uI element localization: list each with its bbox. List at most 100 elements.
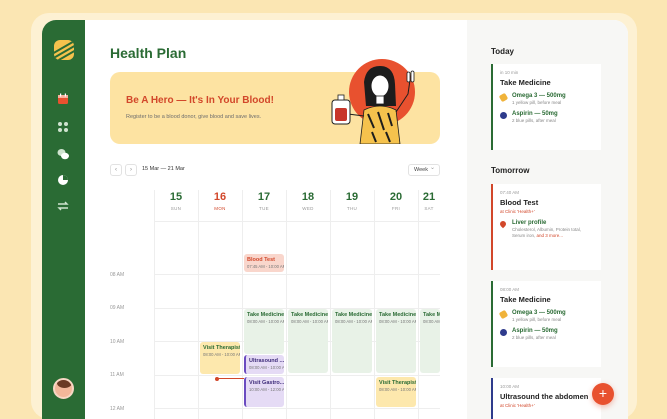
- yellow-pill-icon: [498, 309, 509, 320]
- grid-divider: [154, 190, 155, 419]
- grid-divider: [154, 375, 440, 376]
- dashboard-icon[interactable]: [56, 120, 70, 134]
- medication-item: Omega 3 — 500mg 1 yellow pill, before me…: [498, 309, 594, 322]
- time-label: 08 AM: [110, 272, 125, 278]
- event-take-medicine[interactable]: Take Medicine 08:00 AM - 10:00 AM: [244, 309, 284, 354]
- blue-pill-icon: [500, 112, 507, 119]
- event-time: 08:00 AM - 10:00 AM: [423, 319, 440, 324]
- card-title: Ultrasound the abdomen: [500, 392, 589, 401]
- sidebar: [42, 20, 85, 419]
- event-title: Visit Therapist: [379, 380, 416, 386]
- day-weekday: FRI: [391, 206, 401, 211]
- current-time-line: [218, 378, 244, 379]
- time-label: 12 AM: [110, 406, 125, 412]
- agenda-panel: Today in 10 min Take Medicine Omega 3 — …: [467, 20, 628, 419]
- lab-test-more-link[interactable]: and 3 more...: [537, 233, 564, 238]
- agenda-card-medicine-tomorrow[interactable]: 08:00 AM Take Medicine Omega 3 — 500mg 1…: [491, 281, 601, 367]
- medication-desc: 2 blue pills, after meal: [512, 118, 556, 123]
- event-take-medicine[interactable]: Take Medicine 08:00 AM - 10:00 AM: [332, 309, 372, 373]
- messages-icon[interactable]: [56, 147, 70, 161]
- event-take-medicine[interactable]: Take Medicine 08:00 AM - 10:00 AM: [420, 309, 440, 373]
- event-time: 07:45 AM - 10:00 AM: [247, 264, 284, 269]
- day-number: 18: [301, 191, 315, 203]
- card-time: 07:40 AM: [500, 190, 520, 195]
- day-weekday: TUE: [259, 206, 269, 211]
- day-header[interactable]: 17 TUE: [242, 190, 286, 211]
- event-time: 08:00 AM - 10:00 AM: [379, 387, 416, 392]
- event-visit-therapist[interactable]: Visit Therapist 08:00 AM - 10:00 AM: [376, 377, 416, 407]
- view-select[interactable]: Week: [408, 163, 440, 176]
- event-time: 08:00 AM - 10:00 AM: [247, 319, 284, 324]
- blood-donor-banner[interactable]: Be A Hero — It's In Your Blood! Register…: [110, 59, 440, 144]
- logo-icon: [54, 40, 74, 60]
- card-title: Take Medicine: [500, 78, 551, 87]
- medication-desc: 2 blue pills, after meal: [512, 335, 556, 340]
- lab-test-item: Liver profile Cholesterol, Albumin, Prot…: [498, 219, 594, 239]
- time-label: 11 AM: [110, 372, 124, 378]
- day-number: 15: [169, 191, 183, 203]
- grid-divider: [418, 190, 419, 419]
- card-time: 10:00 AM: [500, 384, 520, 389]
- card-title: Take Medicine: [500, 295, 551, 304]
- day-number: 20: [389, 191, 403, 203]
- transfer-icon[interactable]: [56, 199, 70, 213]
- next-week-button[interactable]: ›: [125, 164, 137, 176]
- time-label: 09 AM: [110, 305, 125, 311]
- medication-desc: 1 yellow pill, before meal: [512, 317, 562, 322]
- medication-item: Aspirin — 50mg 2 blue pills, after meal: [500, 328, 594, 340]
- app-window: Health Plan Be A Hero — It's In Your Blo…: [42, 20, 628, 419]
- event-take-medicine[interactable]: Take Medicine 08:00 AM - 10:00 AM: [376, 309, 416, 373]
- day-header[interactable]: 18 WED: [286, 190, 330, 211]
- event-visit-therapist[interactable]: Visit Therapist 08:00 AM - 10:00 AM: [200, 342, 240, 374]
- agenda-card-medicine-today[interactable]: in 10 min Take Medicine Omega 3 — 500mg …: [491, 64, 601, 150]
- add-event-button[interactable]: +: [592, 383, 614, 405]
- banner-subtitle: Register to be a blood donor, give blood…: [126, 114, 262, 120]
- event-title: Take Medicine: [379, 312, 416, 318]
- week-grid: 15 SUN 16 MON 17 TUE 18 WED 19 THU 20 FR…: [110, 190, 440, 419]
- day-header[interactable]: 21 SAT: [418, 190, 440, 211]
- event-title: Take Medicine: [247, 312, 284, 318]
- agenda-card-ultrasound[interactable]: 10:00 AM Ultrasound the abdomen at Clini…: [491, 378, 601, 419]
- event-blood-test[interactable]: Blood Test 07:45 AM - 10:00 AM: [244, 254, 284, 272]
- section-tomorrow: Tomorrow: [491, 166, 530, 175]
- blood-donor-illustration: [331, 59, 415, 144]
- day-number: 19: [345, 191, 359, 203]
- grid-divider: [242, 190, 243, 419]
- blood-drop-icon: [498, 219, 508, 229]
- medication-item: Omega 3 — 500mg 1 yellow pill, before me…: [498, 92, 594, 105]
- grid-divider: [374, 190, 375, 419]
- medication-name: Aspirin — 50mg: [512, 111, 558, 117]
- day-number: 17: [257, 191, 271, 203]
- event-ultrasound[interactable]: Ultrasound ... 08:00 AM - 10:00 AM: [244, 355, 284, 374]
- chevron-left-icon: ‹: [115, 167, 117, 173]
- user-avatar[interactable]: [53, 378, 74, 399]
- event-take-medicine[interactable]: Take Medicine 08:00 AM - 10:00 AM: [288, 309, 328, 373]
- medication-name: Omega 3 — 500mg: [512, 310, 566, 316]
- day-header-today[interactable]: 16 MON: [198, 190, 242, 211]
- event-title: Take Medicine: [423, 312, 440, 318]
- agenda-card-blood-test[interactable]: 07:40 AM Blood Test at Clinic 'Health+' …: [491, 184, 601, 270]
- blue-pill-icon: [500, 329, 507, 336]
- event-visit-gastro[interactable]: Visit Gastro... 10:00 AM - 12:00 AM: [244, 377, 284, 407]
- prev-week-button[interactable]: ‹: [110, 164, 122, 176]
- card-time: 08:00 AM: [500, 287, 520, 292]
- medication-desc: 1 yellow pill, before meal: [512, 100, 562, 105]
- grid-divider: [154, 408, 440, 409]
- calendar-toolbar: ‹ › 15 Mar — 21 Mar Week: [110, 163, 440, 178]
- calendar-icon[interactable]: [56, 92, 70, 106]
- event-time: 08:00 AM - 10:00 AM: [203, 352, 240, 357]
- day-weekday: SAT: [424, 206, 434, 211]
- pie-chart-icon[interactable]: [56, 173, 70, 187]
- lab-test-desc: Cholesterol, Albumin, Protein total, Ser…: [512, 227, 594, 239]
- day-header[interactable]: 20 FRI: [374, 190, 418, 211]
- grid-divider: [330, 190, 331, 419]
- event-time: 08:00 AM - 10:00 AM: [335, 319, 372, 324]
- date-range-label: 15 Mar — 21 Mar: [142, 166, 185, 172]
- event-title: Blood Test: [247, 257, 276, 263]
- grid-divider: [154, 221, 440, 222]
- event-title: Visit Therapist: [203, 345, 240, 351]
- yellow-pill-icon: [498, 92, 509, 103]
- day-header[interactable]: 15 SUN: [154, 190, 198, 211]
- medication-item: Aspirin — 50mg 2 blue pills, after meal: [500, 111, 594, 123]
- day-header[interactable]: 19 THU: [330, 190, 374, 211]
